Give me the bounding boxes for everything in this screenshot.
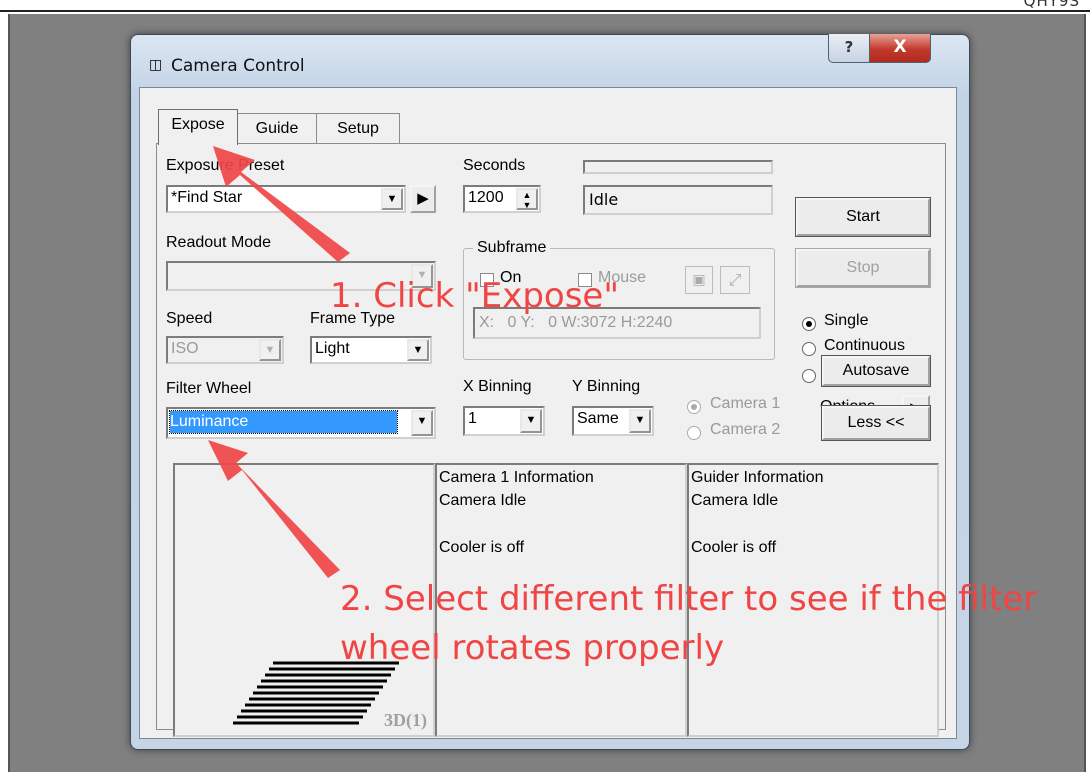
- tab-expose[interactable]: Expose: [158, 109, 238, 145]
- annotation-step2-line2: wheel rotates properly: [340, 628, 725, 668]
- annotation-arrow-1: [213, 146, 350, 262]
- annotation-step2-line1: 2. Select different filter to see if the…: [340, 579, 1038, 619]
- annotation-arrow-2: [208, 440, 340, 578]
- annotation-step1: 1. Click "Expose": [330, 276, 619, 316]
